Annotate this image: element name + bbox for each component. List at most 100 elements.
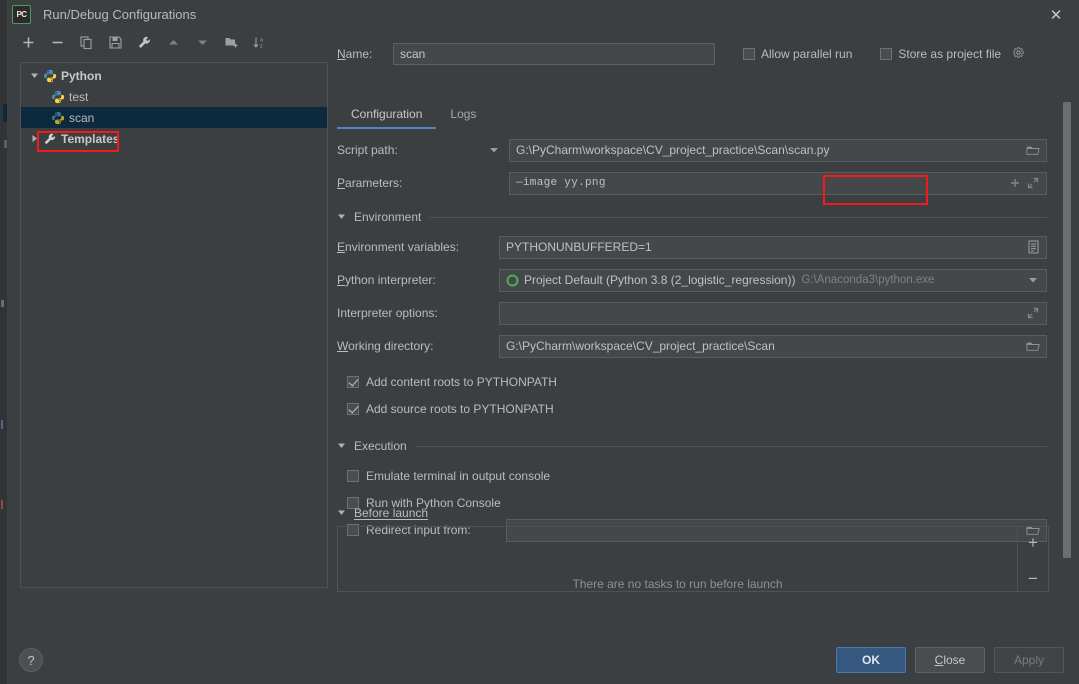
add-macro-icon[interactable]: [1006, 174, 1024, 192]
name-label: Name:: [337, 47, 373, 61]
allow-parallel-run-label: Allow parallel run: [761, 47, 853, 61]
section-divider: [414, 445, 1047, 447]
copy-icon[interactable]: [78, 34, 95, 51]
add-content-roots-label: Add content roots to PYTHONPATH: [366, 374, 557, 389]
parameters-row: Parameters: —image yy.png: [337, 169, 1047, 197]
environment-variables-value: PYTHONUNBUFFERED=1: [506, 240, 652, 254]
tab-logs[interactable]: Logs: [436, 103, 490, 129]
new-folder-icon[interactable]: [223, 34, 240, 51]
close-icon[interactable]: ✕: [1033, 0, 1079, 29]
tree-node-label: test: [69, 89, 89, 104]
working-directory-value: G:\PyCharm\workspace\CV_project_practice…: [506, 339, 775, 353]
tree-node-templates[interactable]: Templates: [21, 128, 327, 149]
collapse-arrow-icon[interactable]: [337, 506, 346, 520]
ok-button[interactable]: OK: [836, 647, 906, 673]
pycharm-logo-icon: PC: [12, 5, 31, 24]
save-icon[interactable]: [107, 34, 124, 51]
execution-section-header[interactable]: Execution: [337, 434, 1047, 458]
wrench-icon: [41, 130, 58, 147]
interpreter-options-row: Interpreter options:: [337, 299, 1047, 327]
add-icon[interactable]: [20, 34, 37, 51]
environment-variables-field[interactable]: PYTHONUNBUFFERED=1: [499, 235, 1047, 259]
emulate-terminal-label: Emulate terminal in output console: [366, 468, 551, 483]
collapse-arrow-icon[interactable]: [337, 210, 346, 224]
expand-arrow-down-icon[interactable]: [27, 65, 41, 86]
tab-configuration[interactable]: Configuration: [337, 103, 437, 129]
expand-editor-icon[interactable]: [1024, 304, 1042, 322]
environment-variables-row: Environment variables: PYTHONUNBUFFERED=…: [337, 233, 1047, 261]
store-as-project-file-checkbox[interactable]: Store as project file: [880, 46, 1025, 62]
working-directory-field[interactable]: G:\PyCharm\workspace\CV_project_practice…: [499, 334, 1047, 358]
edit-variables-icon[interactable]: [1024, 238, 1042, 256]
dialog-title: Run/Debug Configurations: [43, 7, 197, 22]
tree-node-scan[interactable]: scan: [21, 107, 327, 128]
interpreter-options-label: Interpreter options:: [337, 306, 438, 320]
background-ide-edge: [0, 0, 7, 684]
python-interpreter-dropdown[interactable]: Project Default (Python 3.8 (2_logistic_…: [499, 268, 1047, 292]
python-interpreter-label: Python interpreter:: [337, 273, 436, 287]
chevron-down-icon[interactable]: [1024, 271, 1042, 289]
name-input[interactable]: [393, 43, 715, 65]
environment-section-title: Environment: [354, 210, 422, 224]
parameters-label: Parameters:: [337, 176, 403, 190]
apply-button[interactable]: Apply: [994, 647, 1064, 673]
python-interpreter-value: Project Default (Python 3.8 (2_logistic_…: [524, 273, 796, 287]
sort-alphabetically-icon[interactable]: a z: [252, 34, 269, 51]
script-path-row: Script path: G:\PyCharm\workspace\CV_pro…: [337, 136, 1047, 164]
expand-editor-icon[interactable]: [1024, 174, 1042, 192]
configurations-toolbar: a z: [7, 29, 329, 56]
tree-node-test[interactable]: test: [21, 86, 327, 107]
svg-text:z: z: [260, 44, 263, 50]
tree-node-label: Python: [61, 68, 102, 83]
collapse-arrow-icon[interactable]: [337, 439, 346, 453]
dialog-footer: ? OK Close Apply: [7, 636, 1079, 684]
add-source-roots-checkbox[interactable]: Add source roots to PYTHONPATH: [337, 395, 1047, 422]
configurations-tree[interactable]: Python test scan Templates: [20, 62, 328, 588]
remove-icon[interactable]: [49, 34, 66, 51]
interpreter-options-field[interactable]: [499, 301, 1047, 325]
checkbox-box: [347, 375, 359, 388]
expand-arrow-right-icon[interactable]: [27, 128, 41, 149]
emulate-terminal-checkbox[interactable]: Emulate terminal in output console: [337, 462, 1047, 489]
before-launch-title: Before launch: [354, 506, 429, 520]
add-content-roots-checkbox[interactable]: Add content roots to PYTHONPATH: [337, 368, 1047, 395]
section-divider: [429, 216, 1047, 218]
name-row: Name: Allow parallel run Store as projec…: [329, 29, 1079, 67]
browse-folder-icon[interactable]: [1024, 337, 1042, 355]
before-launch-remove-button[interactable]: −: [1023, 568, 1043, 588]
checkbox-box: [347, 469, 359, 482]
parameters-value: —image yy.png: [516, 177, 606, 189]
help-button[interactable]: ?: [19, 648, 43, 672]
environment-section-header[interactable]: Environment: [337, 205, 1047, 229]
gear-icon[interactable]: [1012, 46, 1025, 62]
dialog-body: a z Python test scan Templates Name: sca…: [7, 29, 1079, 636]
configuration-form: Script path: G:\PyCharm\workspace\CV_pro…: [337, 136, 1047, 548]
configurations-panel: a z Python test scan Templates: [7, 29, 329, 636]
python-icon: [41, 67, 58, 84]
working-directory-label: Working directory:: [337, 339, 434, 353]
interpreter-status-icon: [506, 274, 519, 287]
before-launch-task-list[interactable]: There are no tasks to run before launch: [338, 527, 1017, 591]
script-path-field[interactable]: G:\PyCharm\workspace\CV_project_practice…: [509, 138, 1047, 162]
browse-folder-icon[interactable]: [1024, 141, 1042, 159]
move-up-icon[interactable]: [165, 34, 182, 51]
close-button[interactable]: Close: [915, 647, 985, 673]
before-launch-buttons: + −: [1017, 527, 1048, 591]
before-launch-header[interactable]: Before launch: [337, 504, 1049, 522]
editor-vertical-scrollbar[interactable]: [1063, 102, 1071, 558]
checkbox-box: [347, 402, 359, 415]
parameters-field[interactable]: —image yy.png: [509, 171, 1047, 195]
configuration-editor-panel: Name: Allow parallel run Store as projec…: [329, 29, 1079, 636]
tree-node-label: scan: [69, 110, 95, 125]
python-icon: [49, 109, 66, 126]
tree-node-python[interactable]: Python: [21, 65, 327, 86]
script-path-label: Script path:: [337, 143, 398, 157]
edit-templates-icon[interactable]: [136, 34, 153, 51]
script-path-dropdown-icon[interactable]: [489, 145, 509, 155]
run-debug-configurations-dialog: PC Run/Debug Configurations ✕ a z Python…: [7, 0, 1079, 684]
before-launch-add-button[interactable]: +: [1023, 532, 1043, 552]
python-interpreter-row: Python interpreter: Project Default (Pyt…: [337, 266, 1047, 294]
before-launch-box: There are no tasks to run before launch …: [337, 526, 1049, 592]
allow-parallel-run-checkbox[interactable]: Allow parallel run: [743, 47, 852, 61]
move-down-icon[interactable]: [194, 34, 211, 51]
